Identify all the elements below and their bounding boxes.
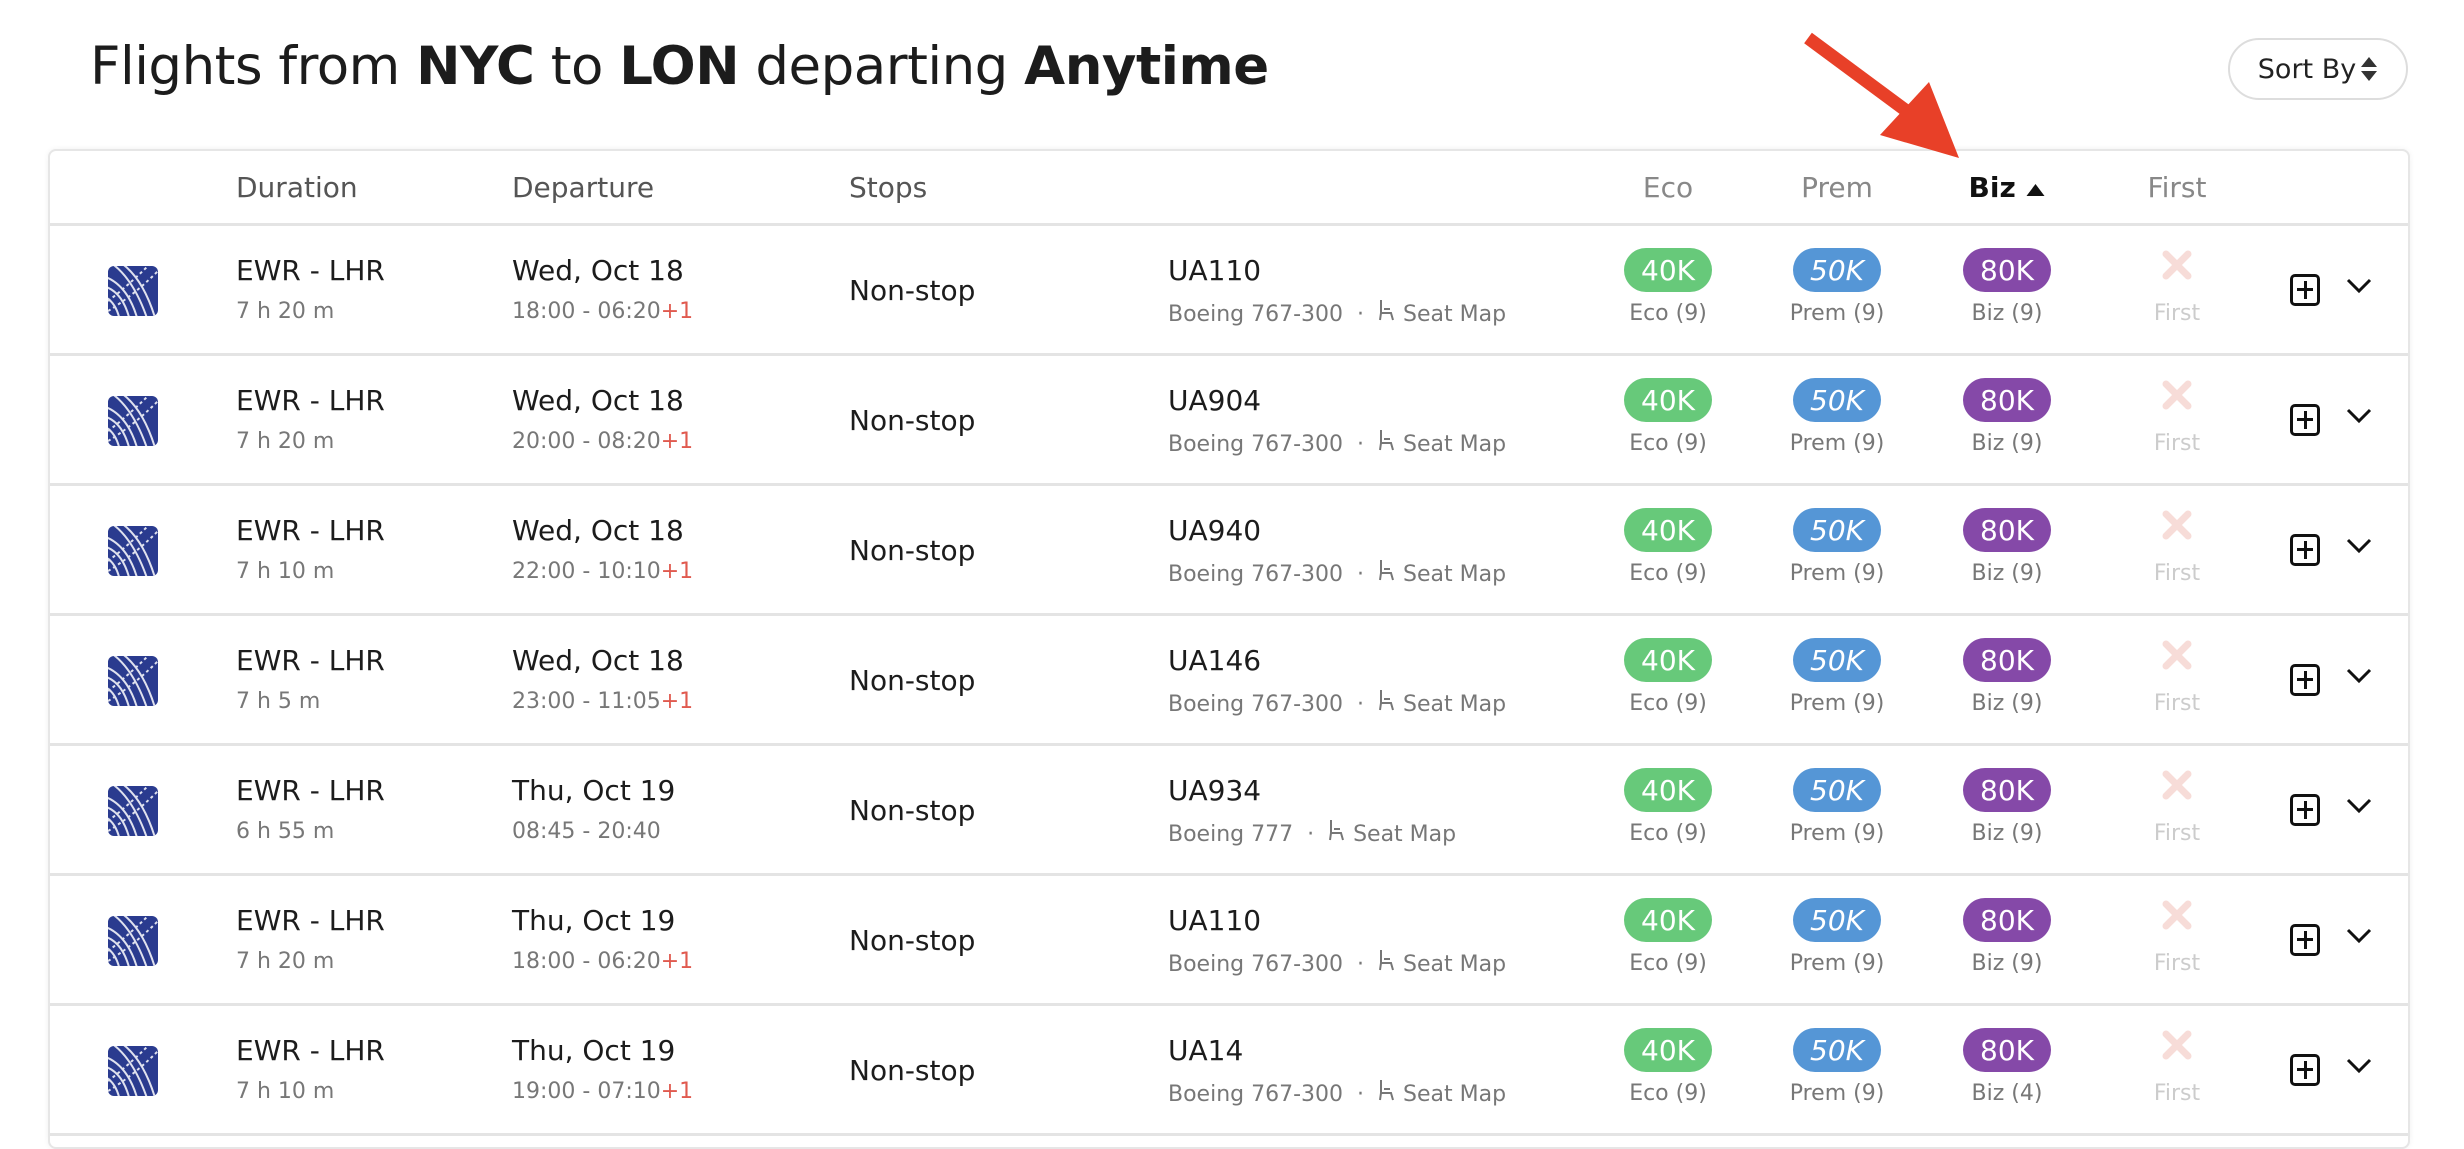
annotation-arrow (1804, 32, 1959, 158)
